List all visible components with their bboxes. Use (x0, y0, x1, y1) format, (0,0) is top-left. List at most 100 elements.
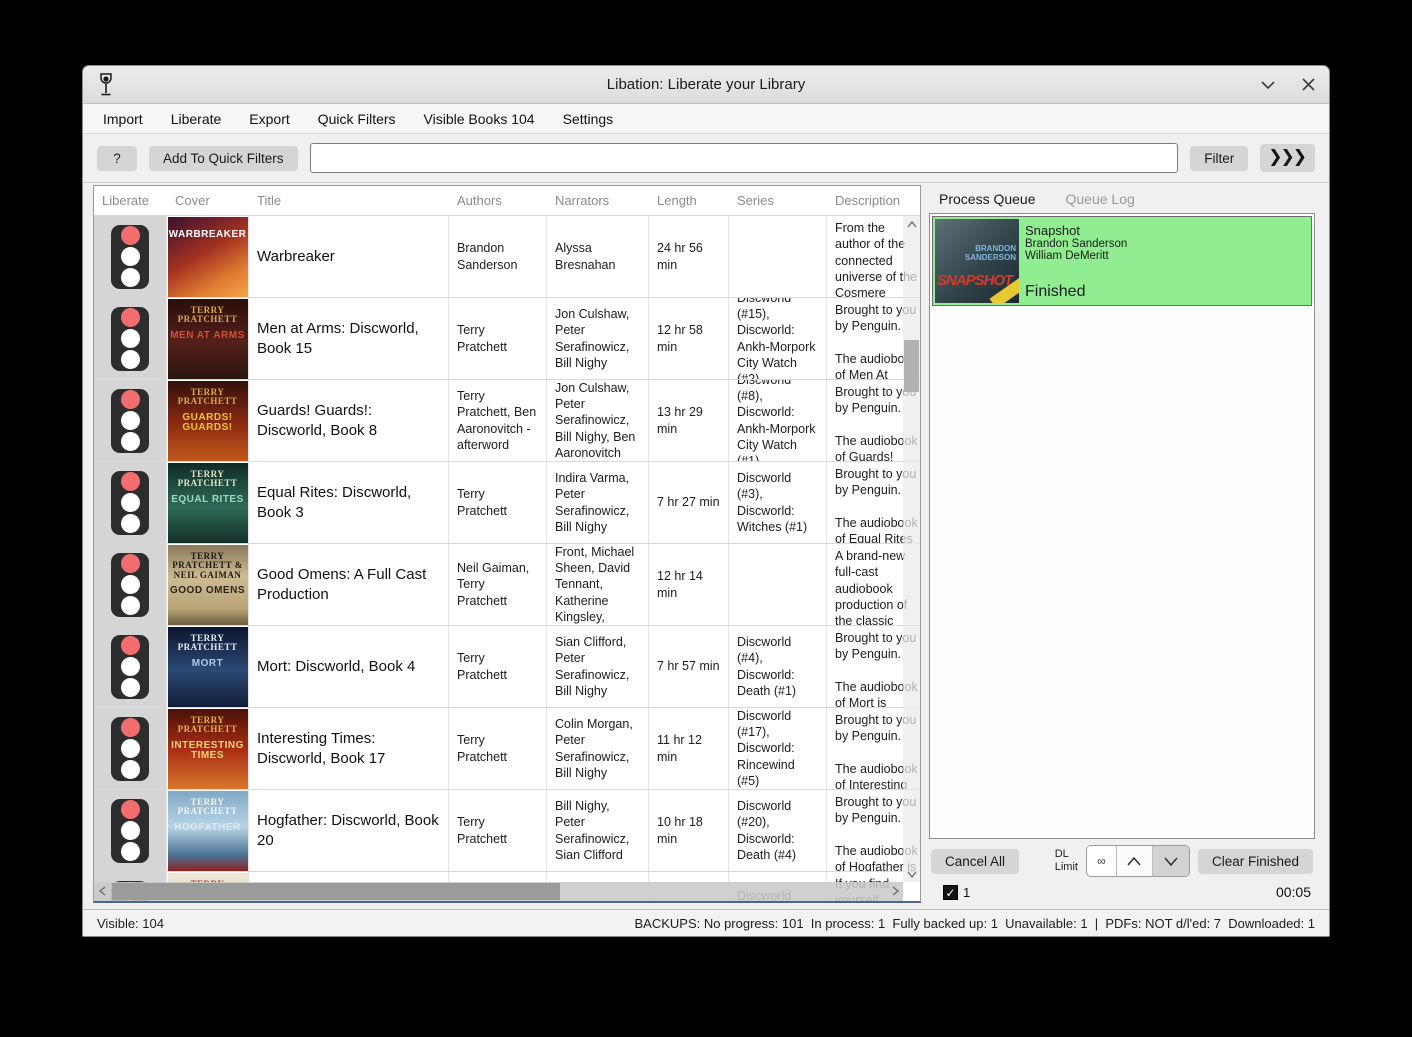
table-row: TERRY PRATCHETTEQUAL RITESEqual Rites: D… (94, 462, 920, 544)
menu-bar: ImportLiberateExportQuick FiltersVisible… (83, 104, 1329, 134)
horizontal-scroll-thumb[interactable] (112, 883, 560, 900)
search-input[interactable] (310, 143, 1179, 173)
vertical-scroll-thumb[interactable] (904, 340, 919, 392)
liberate-traffic-light-button[interactable] (111, 635, 149, 699)
column-header-cover[interactable]: Cover (167, 186, 249, 215)
help-button[interactable]: ? (97, 146, 137, 171)
book-title: Good Omens: A Full Cast Production (249, 544, 449, 625)
liberate-traffic-light-button[interactable] (111, 717, 149, 781)
cover-title-text: MEN AT ARMS (170, 331, 245, 342)
book-cover[interactable]: TERRY PRATCHETTHOGFATHER (168, 791, 248, 871)
liberate-traffic-light-button[interactable] (111, 799, 149, 863)
book-authors: Neil Gaiman, Terry Pratchett (449, 544, 547, 625)
book-length: 12 hr 58 min (649, 298, 729, 379)
book-series (729, 216, 827, 297)
book-narrators: Colin Morgan, Peter Serafinowicz, Bill N… (547, 708, 649, 789)
liberate-traffic-light-button[interactable] (111, 389, 149, 453)
liberate-cell (94, 216, 167, 297)
cover-author-text: TERRY PRATCHETT (168, 798, 248, 817)
menu-item-settings[interactable]: Settings (549, 107, 628, 131)
book-narrators: Sian Clifford, Peter Serafinowicz, Bill … (547, 626, 649, 707)
app-window: Libation: Liberate your Library ImportLi… (82, 65, 1330, 937)
liberate-traffic-light-button[interactable] (111, 307, 149, 371)
scroll-left-icon[interactable] (94, 885, 110, 899)
vertical-scroll-track (903, 232, 920, 866)
queue-item-finished[interactable]: BRANDON SANDERSON SNAPSHOT Snapshot Bran… (932, 216, 1312, 306)
book-series: Discworld (#8), Discworld: Ankh-Morpork … (729, 380, 827, 461)
cancel-all-button[interactable]: Cancel All (931, 849, 1019, 874)
liberate-cell (94, 544, 167, 625)
queue-timer: 00:05 (1276, 884, 1311, 900)
table-row: TERRY PRATCHETTMEN AT ARMSMen at Arms: D… (94, 298, 920, 380)
minimize-chevron-icon[interactable] (1259, 76, 1277, 94)
cover-title-text: WARBREAKER (169, 230, 247, 241)
book-series: Discworld (#20), Discworld: Death (#4) (729, 790, 827, 871)
cover-title-text: INTERESTING TIMES (168, 741, 248, 762)
cover-cell: TERRY PRATCHETT & NEIL GAIMANGOOD OMENS (167, 544, 249, 625)
book-authors: Terry Pratchett (449, 790, 547, 871)
book-narrators: Jon Culshaw, Peter Serafinowicz, Bill Ni… (547, 298, 649, 379)
liberate-cell (94, 626, 167, 707)
book-cover[interactable]: TERRY PRATCHETTINTERESTING TIMES (168, 709, 248, 789)
scroll-up-icon[interactable] (903, 216, 920, 232)
backups-summary: BACKUPS: No progress: 101 In process: 1 … (634, 916, 1315, 931)
book-series (729, 544, 827, 625)
filter-button[interactable]: Filter (1190, 146, 1248, 171)
column-header-description[interactable]: Description (827, 186, 920, 215)
book-cover[interactable]: TERRY PRATCHETTMORT (168, 627, 248, 707)
book-authors: Terry Pratchett (449, 298, 547, 379)
book-narrators: Rebecca Front, Michael Sheen, David Tenn… (547, 544, 649, 625)
liberate-traffic-light-button[interactable] (111, 553, 149, 617)
column-header-title[interactable]: Title (249, 186, 449, 215)
clear-finished-button[interactable]: Clear Finished (1198, 849, 1313, 874)
book-title: Mort: Discworld, Book 4 (249, 626, 449, 707)
column-header-authors[interactable]: Authors (449, 186, 547, 215)
menu-item-import[interactable]: Import (89, 107, 157, 131)
book-series: Discworld (#15), Discworld: Ankh-Morpork… (729, 298, 827, 379)
book-cover[interactable]: TERRY PRATCHETTEQUAL RITES (168, 463, 248, 543)
expand-chevrons-button[interactable]: ❯❯❯ (1260, 144, 1315, 172)
process-queue-panel: Process Queue Queue Log BRANDON SANDERSO… (929, 185, 1315, 903)
book-title: Warbreaker (249, 216, 449, 297)
vertical-scrollbar[interactable] (903, 216, 920, 882)
liberate-cell (94, 298, 167, 379)
column-header-series[interactable]: Series (729, 186, 827, 215)
book-series: Discworld (#3), Discworld: Witches (#1) (729, 462, 827, 543)
dl-limit-label: DL Limit (1055, 848, 1078, 874)
main-content: LiberateCoverTitleAuthorsNarratorsLength… (83, 183, 1329, 909)
menu-item-export[interactable]: Export (235, 107, 303, 131)
column-header-liberate[interactable]: Liberate (94, 186, 167, 215)
book-cover[interactable]: TERRY PRATCHETTMEN AT ARMS (168, 299, 248, 379)
liberate-cell (94, 462, 167, 543)
column-header-narrators[interactable]: Narrators (547, 186, 649, 215)
cover-author-text: TERRY PRATCHETT (168, 388, 248, 407)
book-cover[interactable]: TERRY PRATCHETTGUARDS! GUARDS! (168, 381, 248, 461)
dl-limit-increase-button[interactable] (1117, 846, 1153, 876)
dl-limit-decrease-button[interactable] (1153, 846, 1189, 876)
tab-queue-log[interactable]: Queue Log (1066, 191, 1135, 207)
menu-item-quick-filters[interactable]: Quick Filters (304, 107, 410, 131)
menu-item-liberate[interactable]: Liberate (157, 107, 236, 131)
window-title: Libation: Liberate your Library (83, 76, 1329, 93)
liberate-traffic-light-button[interactable] (111, 471, 149, 535)
scroll-down-icon[interactable] (903, 866, 920, 882)
horizontal-scrollbar[interactable] (94, 882, 903, 901)
book-length: 24 hr 56 min (649, 216, 729, 297)
queue-list: BRANDON SANDERSON SNAPSHOT Snapshot Bran… (929, 213, 1315, 839)
cover-cell: WARBREAKER (167, 216, 249, 297)
queue-item-title: Snapshot (1025, 223, 1309, 238)
book-title: Interesting Times: Discworld, Book 17 (249, 708, 449, 789)
add-to-quick-filters-button[interactable]: Add To Quick Filters (149, 146, 298, 171)
table-row: TERRY PRATCHETTINTERESTING TIMESInterest… (94, 708, 920, 790)
scroll-right-icon[interactable] (887, 885, 903, 899)
queue-count-checkbox[interactable]: ✓ (943, 885, 958, 900)
book-length: 11 hr 12 min (649, 708, 729, 789)
cover-title-text: EQUAL RITES (171, 495, 244, 506)
column-header-length[interactable]: Length (649, 186, 729, 215)
menu-item-visible-books-104[interactable]: Visible Books 104 (410, 107, 549, 131)
close-icon[interactable] (1299, 76, 1317, 94)
liberate-traffic-light-button[interactable] (111, 225, 149, 289)
book-cover[interactable]: TERRY PRATCHETT & NEIL GAIMANGOOD OMENS (168, 545, 248, 625)
book-cover[interactable]: WARBREAKER (168, 217, 248, 297)
tab-process-queue[interactable]: Process Queue (939, 191, 1036, 207)
